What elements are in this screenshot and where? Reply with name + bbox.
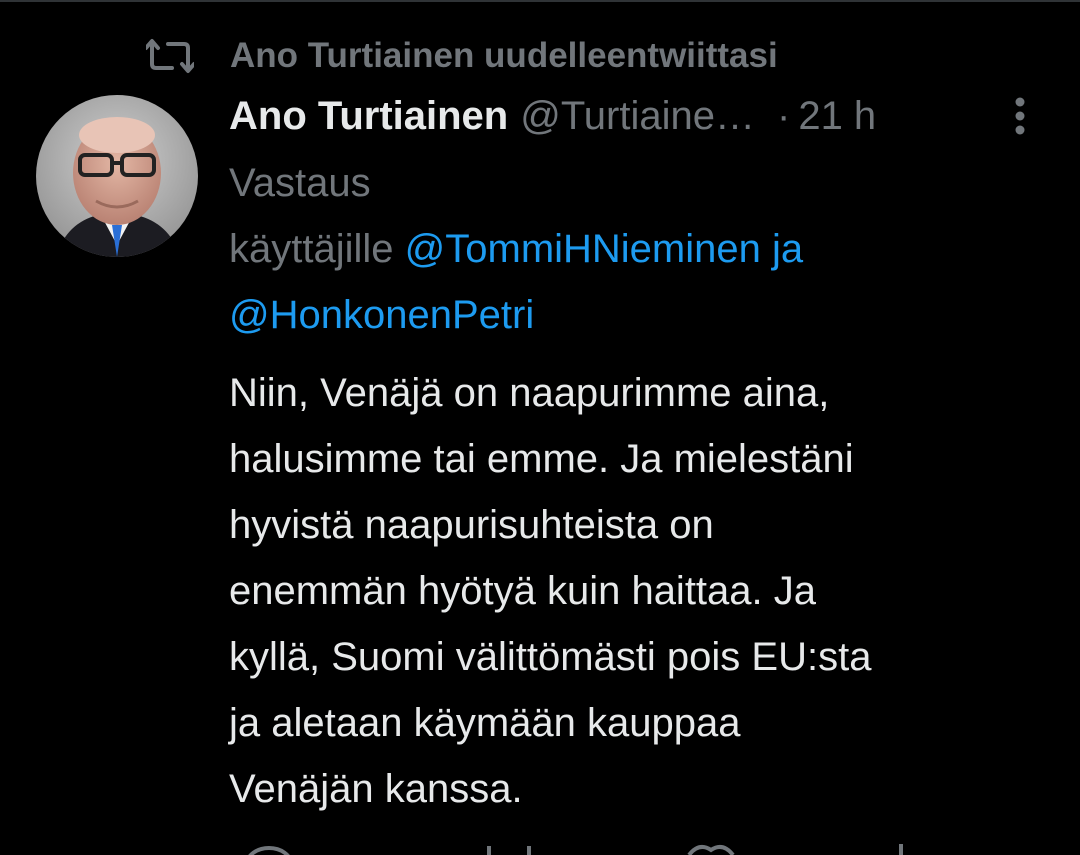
tweet-text-line: enemmän hyötyä kuin haittaa. Ja [229, 569, 817, 613]
tweet-text-line: kyllä, Suomi välittömästi pois EU:sta [229, 635, 872, 679]
timestamp[interactable]: 21 h [798, 94, 876, 139]
mention-link[interactable]: @HonkonenPetri [229, 293, 534, 337]
tweet-text-line: hyvistä naapurisuhteista on [229, 503, 714, 547]
author-name[interactable]: Ano Turtiainen [229, 94, 508, 139]
retweet-icon [146, 34, 202, 78]
reply-context: Vastaus käyttäjille @TommiHNieminen ja @… [229, 150, 1049, 348]
mention-link[interactable]: @TommiHNieminen [405, 227, 761, 271]
retweet-context[interactable]: Ano Turtiainen uudelleentwiittasi [146, 34, 778, 78]
tweet-text: Niin, Venäjä on naapurimme aina, halusim… [229, 360, 1059, 822]
more-options-icon[interactable] [1002, 92, 1038, 140]
action-bar [229, 840, 1049, 855]
repost-icon [487, 846, 531, 855]
like-icon [687, 844, 735, 855]
tweet-header: Ano Turtiainen @Turtiaine… · 21 h [229, 88, 1049, 144]
separator-dot: · [777, 93, 791, 138]
top-divider [0, 0, 1080, 2]
avatar[interactable] [36, 95, 198, 257]
tweet-text-line: halusimme tai emme. Ja mielestäni [229, 437, 854, 481]
reply-label-users: käyttäjille [229, 227, 394, 271]
reply-label: Vastaus [229, 161, 371, 205]
retweet-label[interactable]: Ano Turtiainen uudelleentwiittasi [230, 36, 778, 76]
author-handle[interactable]: @Turtiaine… [520, 94, 755, 139]
mention-joiner: ja [772, 227, 804, 271]
tweet-text-line: Niin, Venäjä on naapurimme aina, [229, 371, 830, 415]
tweet-text-line: Venäjän kanssa. [229, 767, 523, 811]
tweet-text-line: ja aletaan käymään kauppaa [229, 701, 741, 745]
reply-icon [248, 846, 290, 855]
